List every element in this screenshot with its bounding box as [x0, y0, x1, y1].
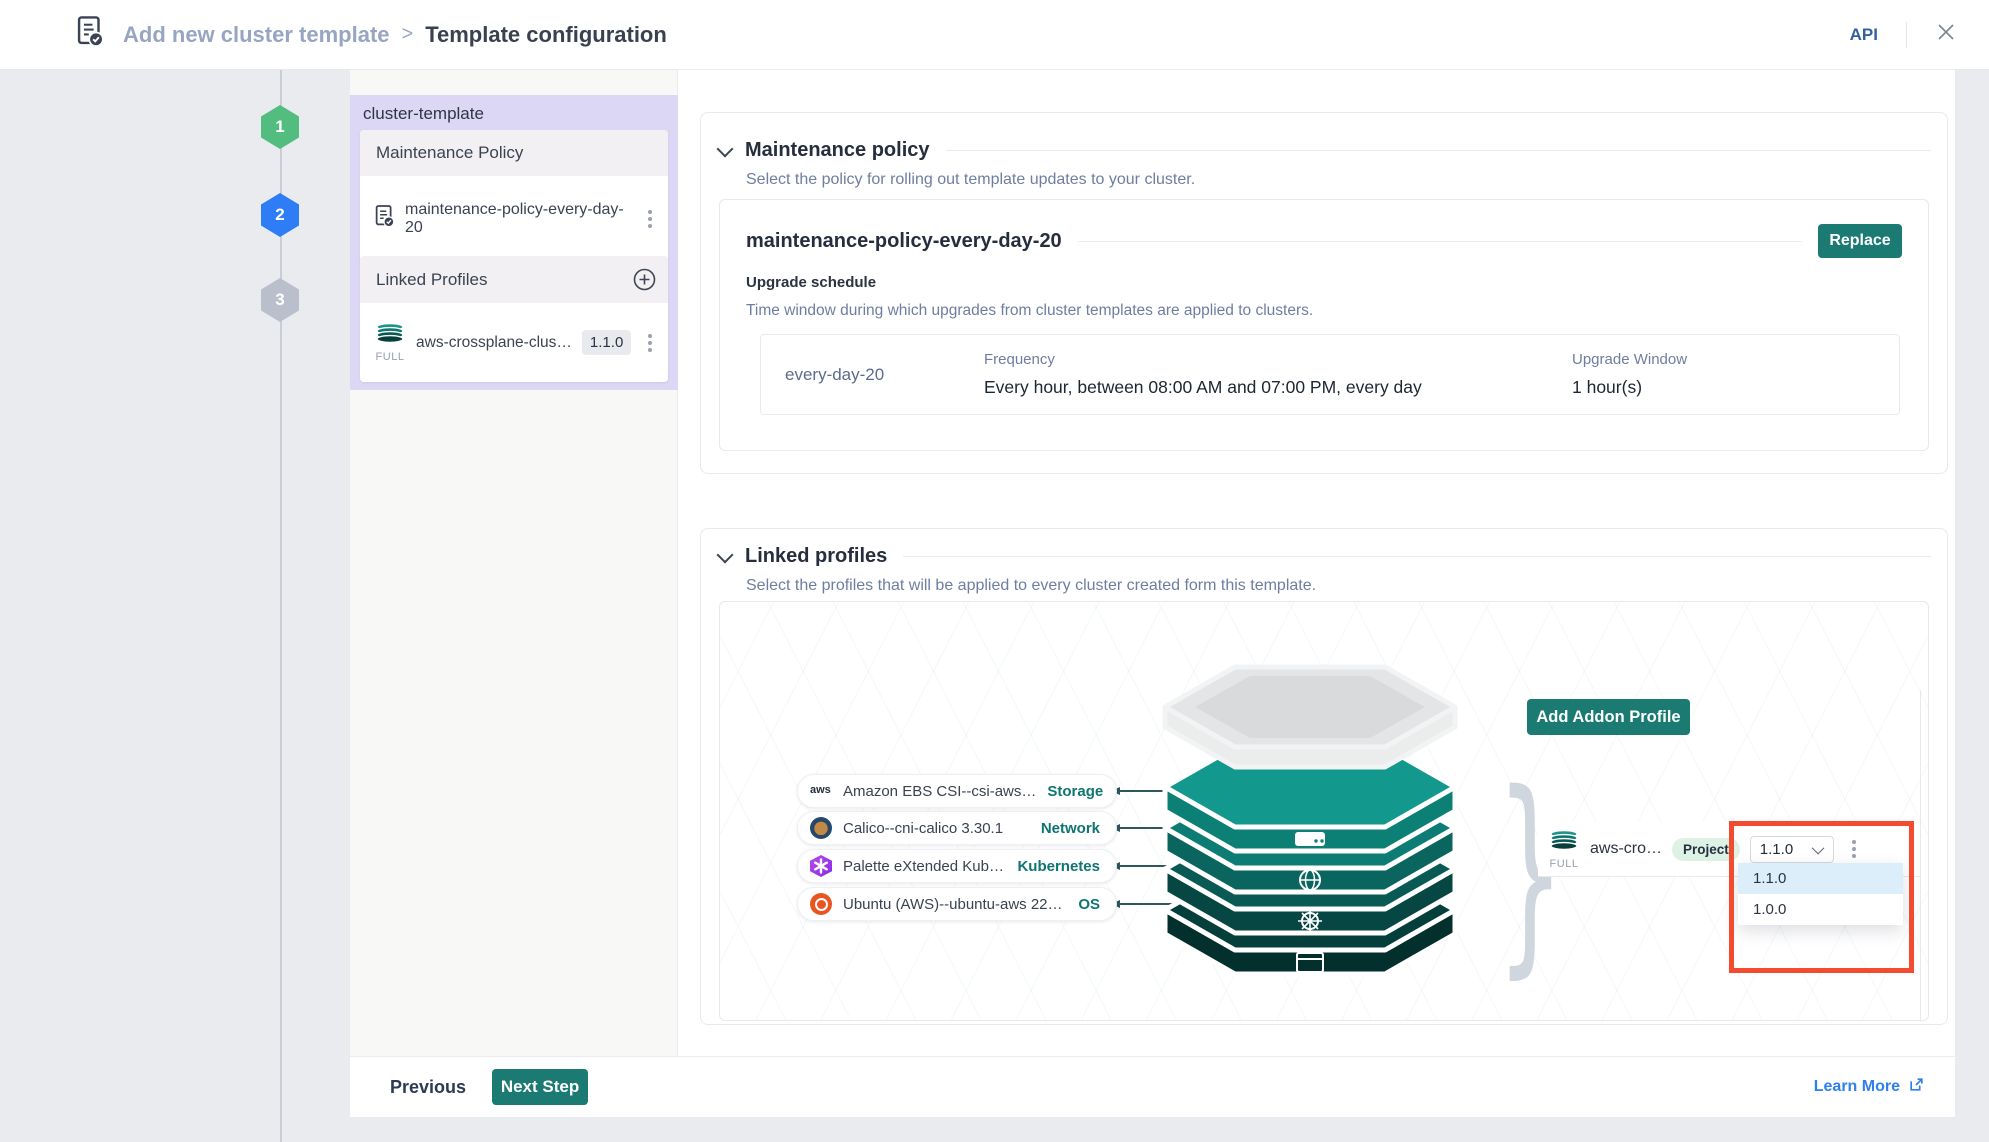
section-title: Linked profiles	[745, 545, 887, 568]
pack-name: Calico--cni-calico 3.30.1	[843, 820, 1003, 837]
linked-profile-tree-item[interactable]: FULL aws-crossplane-clus… 1.1.0	[360, 303, 668, 382]
section-subtitle: Select the profiles that will be applied…	[746, 577, 1316, 595]
maintenance-policy-tree-item[interactable]: maintenance-policy-every-day-20	[360, 176, 668, 262]
palette-icon	[810, 855, 832, 877]
section-title: Maintenance policy	[745, 139, 930, 162]
wizard-footer: Previous Next Step Learn More	[350, 1056, 1955, 1117]
pack-layer-label: Storage	[1047, 783, 1103, 800]
breadcrumb-current: Template configuration	[425, 22, 667, 48]
add-cluster-template-wizard: Add new cluster template > Template conf…	[0, 0, 1989, 1142]
section-subtitle: Select the policy for rolling out templa…	[746, 171, 1195, 189]
upgrade-window-label: Upgrade Window	[1572, 351, 1687, 368]
maintenance-policy-card: maintenance-policy-every-day-20 Replace …	[719, 199, 1929, 451]
profile-scope: FULL	[1548, 829, 1580, 870]
replace-button[interactable]: Replace	[1818, 224, 1902, 258]
close-icon[interactable]	[1935, 21, 1957, 48]
document-check-icon	[374, 204, 395, 234]
header: Add new cluster template > Template conf…	[0, 0, 1989, 70]
profile-visualization-card: aws Amazon EBS CSI--csi-aws… Storage Cal…	[719, 601, 1929, 1021]
version-badge: 1.1.0	[582, 330, 631, 355]
chevron-down-icon[interactable]	[717, 140, 734, 157]
step-number: 2	[275, 205, 284, 225]
maintenance-policy-section: Maintenance policy Select the policy for…	[700, 112, 1948, 474]
policy-name: maintenance-policy-every-day-20	[746, 230, 1062, 253]
linked-profiles-section: Linked profiles Select the profiles that…	[700, 528, 1948, 1025]
pack-layer-label: Kubernetes	[1017, 858, 1100, 875]
kebab-menu-icon[interactable]	[644, 330, 656, 356]
step-number: 3	[275, 290, 284, 310]
calico-icon	[810, 817, 832, 839]
header-divider	[1906, 22, 1907, 48]
pack-layer-label: Network	[1041, 820, 1100, 837]
external-link-icon	[1908, 1076, 1925, 1098]
schedule-name: every-day-20	[761, 365, 984, 385]
pack-row-kubernetes: Palette eXtended Kub… Kubernetes	[797, 849, 1117, 883]
profile-stack-icon	[374, 322, 406, 349]
upgrade-schedule-title: Upgrade schedule	[746, 274, 1902, 291]
linked-profiles-tree-card: Linked Profiles	[360, 256, 668, 382]
tree-card-header: Linked Profiles	[360, 256, 668, 303]
pack-name: Palette eXtended Kub…	[843, 858, 1004, 875]
add-addon-profile-button[interactable]: Add Addon Profile	[1527, 699, 1690, 735]
pack-row-network: Calico--cni-calico 3.30.1 Network	[797, 811, 1117, 845]
chevron-down-icon[interactable]	[717, 546, 734, 563]
previous-button[interactable]: Previous	[384, 1076, 472, 1099]
schedule-row: every-day-20 Frequency Every hour, betwe…	[760, 334, 1900, 415]
learn-more-label: Learn More	[1814, 1078, 1900, 1096]
learn-more-link[interactable]: Learn More	[1814, 1076, 1925, 1098]
pack-name: Ubuntu (AWS)--ubuntu-aws 22…	[843, 896, 1063, 913]
policy-rule	[1078, 241, 1802, 242]
tree-card-header-label: Maintenance Policy	[376, 143, 523, 163]
upgrade-window-value: 1 hour(s)	[1572, 377, 1687, 398]
tree-card-header: Maintenance Policy	[360, 130, 668, 176]
next-step-button[interactable]: Next Step	[492, 1069, 588, 1105]
addon-profile-name: aws-cro…	[1590, 840, 1662, 858]
section-rule	[903, 556, 1931, 557]
template-doc-check-icon	[75, 15, 105, 54]
pack-name: Amazon EBS CSI--csi-aws…	[843, 783, 1036, 800]
frequency-value: Every hour, between 08:00 AM and 07:00 P…	[984, 377, 1572, 398]
addon-panel-border	[1920, 690, 1921, 1020]
breadcrumb-separator: >	[402, 23, 414, 46]
pack-row-storage: aws Amazon EBS CSI--csi-aws… Storage	[797, 774, 1117, 808]
api-link[interactable]: API	[1850, 25, 1878, 45]
profile-scope: FULL	[374, 322, 406, 363]
frequency-label: Frequency	[984, 351, 1572, 368]
upgrade-schedule-subtitle: Time window during which upgrades from c…	[746, 302, 1902, 320]
pack-row-os: Ubuntu (AWS)--ubuntu-aws 22… OS	[797, 887, 1117, 921]
tree-item-label: aws-crossplane-clus…	[416, 334, 572, 352]
tree-root-label: cluster-template	[363, 104, 484, 124]
hexagon-stack-graphic	[1160, 652, 1460, 992]
pack-layer-label: OS	[1078, 896, 1100, 913]
tree-card-header-label: Linked Profiles	[376, 270, 488, 290]
wizard-steps-sidebar	[0, 70, 283, 1142]
section-rule	[946, 150, 1932, 151]
breadcrumb-parent: Add new cluster template	[123, 22, 390, 48]
scope-label: FULL	[376, 351, 405, 363]
scope-label: FULL	[1550, 858, 1579, 870]
annotation-highlight	[1729, 821, 1914, 973]
cluster-template-tree-panel: cluster-template Maintenance Policy mai	[350, 95, 678, 390]
ubuntu-icon	[810, 893, 832, 915]
profile-stack-icon	[1548, 829, 1580, 856]
kebab-menu-icon[interactable]	[644, 206, 656, 232]
step-number: 1	[275, 117, 284, 137]
aws-icon: aws	[810, 780, 832, 802]
tree-item-label: maintenance-policy-every-day-20	[405, 201, 634, 237]
add-profile-plus-icon[interactable]	[633, 268, 656, 291]
maintenance-policy-tree-card: Maintenance Policy maintenance-policy-ev…	[360, 130, 668, 262]
